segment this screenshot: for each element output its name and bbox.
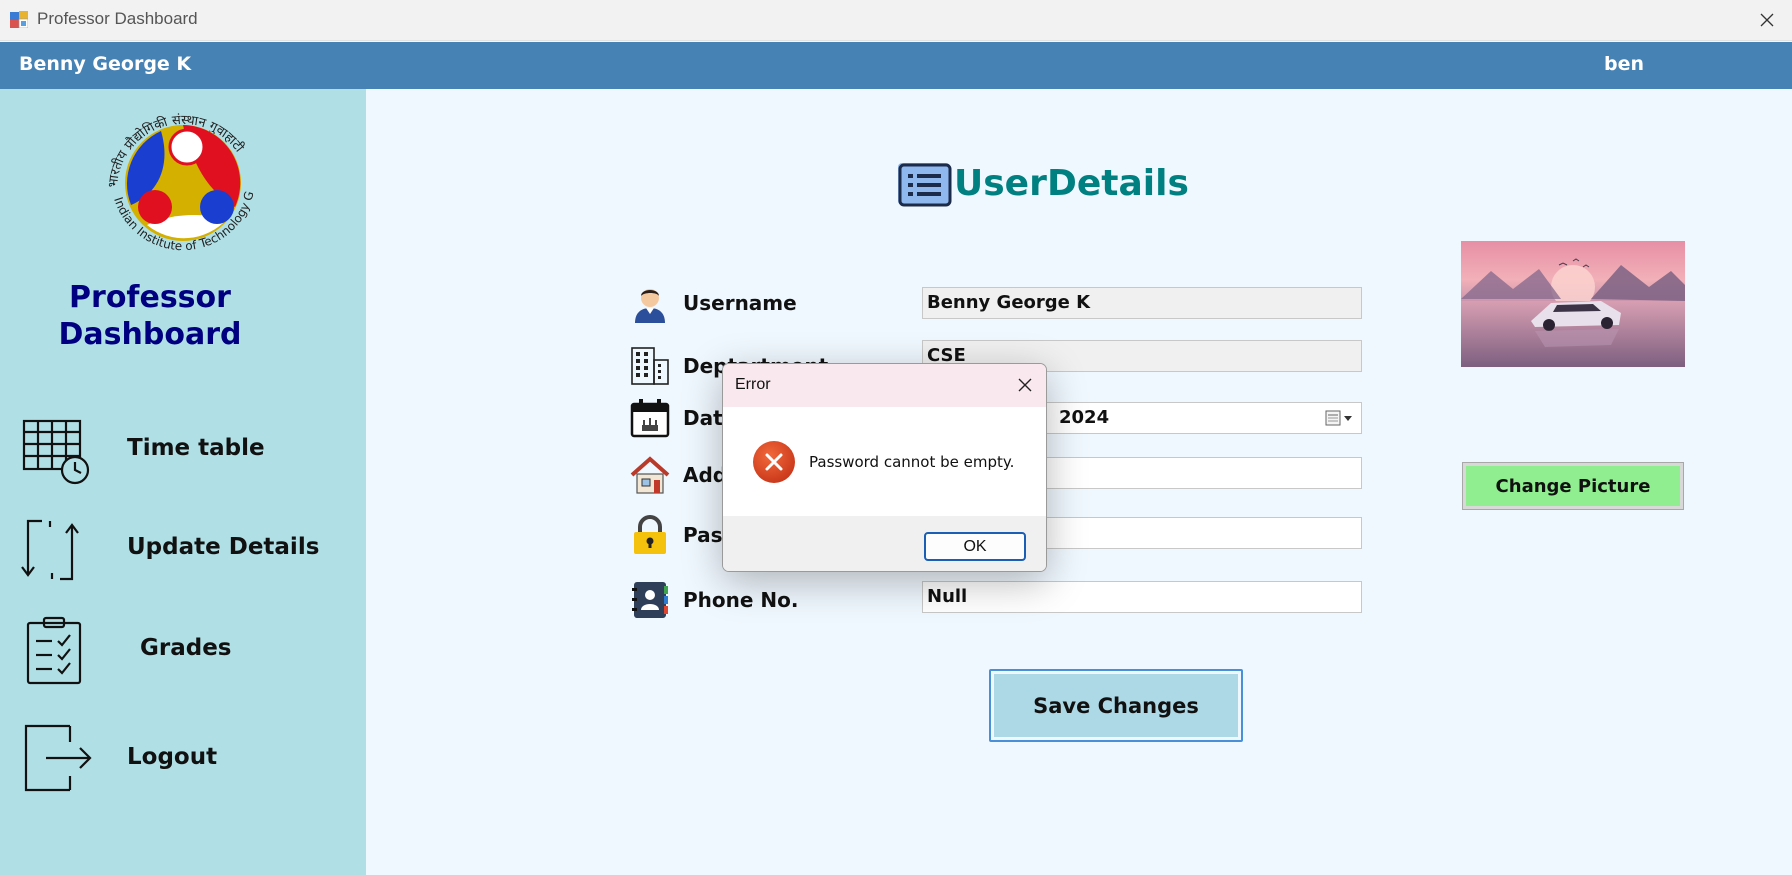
sidebar-brand-title: Professor Dashboard (58, 280, 242, 352)
user-avatar-icon (635, 289, 665, 323)
contact-book-icon (632, 582, 668, 618)
clipboard-check-icon (26, 616, 82, 685)
timetable-icon (22, 419, 90, 485)
close-icon (1760, 13, 1774, 27)
padlock-icon (634, 515, 666, 554)
app-icon (10, 11, 28, 28)
nav-label-update-details: Update Details (127, 534, 320, 560)
logout-icon (24, 724, 92, 792)
header-username: ben (1604, 53, 1645, 75)
dialog-title: Error (735, 376, 771, 393)
nav-item-update-details[interactable]: Update Details (20, 515, 340, 595)
nav-item-grades[interactable]: Grades (20, 615, 340, 695)
save-changes-button[interactable]: Save Changes (989, 669, 1243, 742)
main-panel: User Details Username Deptart (366, 89, 1790, 875)
window-titlebar: Professor Dashboard (0, 0, 1792, 41)
header-bar: Benny George K ben (0, 42, 1792, 89)
close-icon (1018, 378, 1032, 392)
label-phone: Phone No. (683, 588, 799, 612)
phone-field[interactable]: Null (922, 581, 1362, 613)
username-field[interactable]: Benny George K (922, 287, 1362, 319)
nav-label-logout: Logout (127, 744, 218, 770)
dialog-ok-button[interactable]: OK (924, 532, 1026, 561)
date-value: 2024 (1059, 407, 1110, 428)
window-close-button[interactable] (1752, 5, 1782, 35)
error-dialog: Error Password cannot be empty. OK (722, 363, 1047, 572)
page-title-user: User (954, 163, 1047, 204)
header-professor-name: Benny George K (19, 53, 192, 75)
profile-picture (1461, 241, 1685, 367)
dialog-message: Password cannot be empty. (809, 453, 1015, 471)
sidebar: भारतीय प्रौद्योगिकी संस्थान गुवाहाटी Ind… (0, 89, 366, 875)
calendar-dropdown-icon[interactable] (1325, 409, 1355, 427)
user-details-list-icon (898, 163, 952, 207)
change-picture-button[interactable]: Change Picture (1462, 462, 1684, 510)
dialog-close-button[interactable] (1012, 372, 1038, 398)
label-username: Username (683, 291, 797, 315)
error-icon (753, 441, 795, 483)
iitg-logo: भारतीय प्रौद्योगिकी संस्थान गुवाहाटी Ind… (95, 95, 267, 266)
nav-label-time-table: Time table (127, 435, 265, 461)
label-address: Add (683, 463, 728, 487)
building-icon (631, 347, 669, 385)
update-arrows-icon (21, 519, 79, 581)
profile-picture-image (1461, 241, 1685, 367)
nav-item-logout[interactable]: Logout (20, 722, 340, 802)
page-title-details: Details (1047, 163, 1189, 204)
calendar-icon (630, 399, 670, 438)
nav-label-grades: Grades (140, 635, 232, 661)
window-title: Professor Dashboard (37, 9, 198, 28)
house-icon (630, 456, 670, 494)
nav-item-time-table[interactable]: Time table (20, 415, 340, 495)
dialog-titlebar: Error (723, 364, 1046, 407)
